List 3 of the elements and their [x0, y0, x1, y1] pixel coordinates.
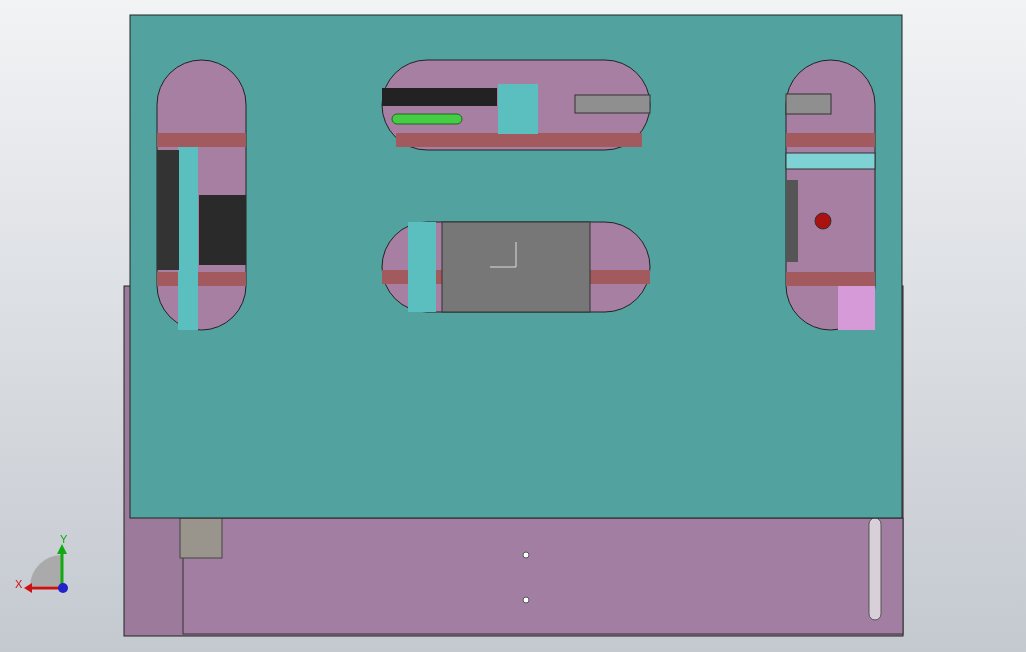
axis-triad [24, 544, 68, 593]
y-axis-label: Y [60, 533, 68, 545]
x-axis-label: X [15, 578, 23, 590]
